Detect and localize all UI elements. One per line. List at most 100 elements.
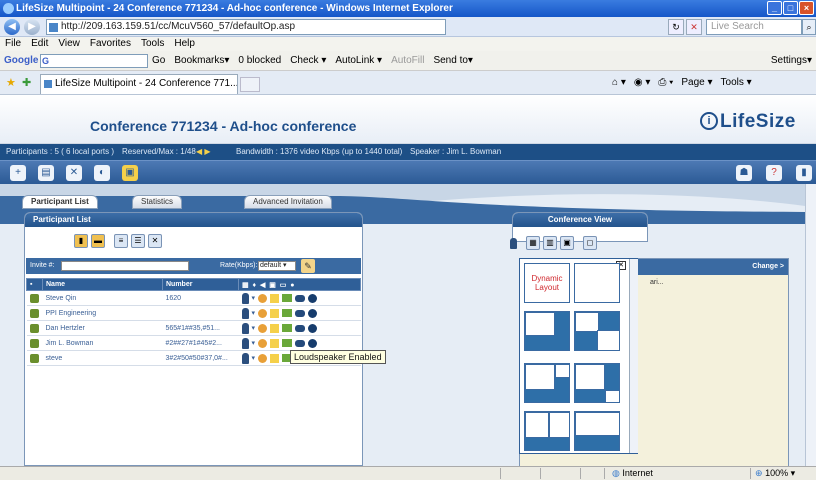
page-menu[interactable]: Page ▾ bbox=[681, 77, 712, 88]
participant-name[interactable]: PPI Engineering bbox=[42, 305, 163, 321]
menu-help[interactable]: Help bbox=[174, 37, 195, 51]
google-go-button[interactable]: Go bbox=[152, 55, 165, 66]
send-to-button[interactable]: Send to▾ bbox=[433, 55, 473, 66]
select-all-column[interactable]: ▪ bbox=[26, 278, 43, 291]
layout-option-5[interactable] bbox=[524, 411, 570, 451]
invite-number-input[interactable] bbox=[61, 261, 189, 271]
menu-tools[interactable]: Tools bbox=[141, 37, 164, 51]
page-icon[interactable]: ▤ bbox=[38, 165, 54, 181]
speaker-icon[interactable] bbox=[241, 307, 249, 319]
menu-file[interactable]: File bbox=[5, 37, 21, 51]
google-search-input[interactable]: G bbox=[40, 54, 148, 68]
camera-icon[interactable] bbox=[282, 294, 293, 302]
google-settings-button[interactable]: Settings▾ bbox=[771, 55, 812, 66]
autolink-button[interactable]: AutoLink ▾ bbox=[335, 55, 382, 66]
info-icon[interactable] bbox=[308, 293, 318, 303]
layout-icon[interactable]: ▦ bbox=[526, 236, 540, 250]
zoom-level[interactable]: ⊕ 100% ▾ bbox=[755, 467, 795, 480]
dropdown-icon[interactable]: ▾ bbox=[252, 354, 256, 362]
video-feed-icon[interactable] bbox=[295, 294, 306, 302]
home-icon[interactable]: ⌂ ▾ bbox=[612, 77, 626, 88]
participant-name[interactable]: steve bbox=[42, 350, 163, 366]
tab-statistics[interactable]: Statistics bbox=[132, 195, 183, 209]
invite-dial-icon[interactable]: ✎ bbox=[301, 259, 315, 273]
live-search-input[interactable]: Live Search bbox=[706, 19, 802, 35]
table-row[interactable]: Steve Qin 1620 ▾ bbox=[26, 290, 361, 306]
search-icon[interactable]: ⌕ bbox=[802, 19, 816, 35]
new-tab-button[interactable] bbox=[240, 77, 260, 92]
popup-blocked-button[interactable]: 0 blocked bbox=[238, 55, 281, 66]
exit-icon[interactable]: ▮ bbox=[796, 165, 812, 181]
disconnect-icon[interactable]: ✕ bbox=[66, 165, 82, 181]
table-row[interactable]: Dan Hertzler 565#1##35,#51... ▾ bbox=[26, 320, 361, 336]
speaker-icon[interactable] bbox=[241, 322, 249, 334]
spellcheck-button[interactable]: Check ▾ bbox=[290, 55, 326, 66]
camera-icon[interactable] bbox=[282, 309, 293, 317]
favorites-star-icon[interactable]: ★ bbox=[6, 76, 16, 89]
loudspeaker-icon[interactable] bbox=[270, 338, 280, 348]
dropdown-icon[interactable]: ▾ bbox=[252, 324, 256, 332]
tools-menu[interactable]: Tools ▾ bbox=[721, 77, 752, 88]
tab-participant-list[interactable]: Participant List bbox=[22, 195, 98, 209]
name-column-header[interactable]: Name bbox=[42, 278, 163, 291]
camera-icon[interactable] bbox=[282, 324, 293, 332]
page-scrollbar[interactable] bbox=[805, 184, 816, 466]
number-column-header[interactable]: Number bbox=[162, 278, 239, 291]
menu-favorites[interactable]: Favorites bbox=[90, 37, 131, 51]
autofill-button[interactable]: AutoFill bbox=[391, 55, 424, 66]
browser-tab[interactable]: LifeSize Multipoint - 24 Conference 771.… bbox=[40, 74, 238, 94]
layout-option-2[interactable] bbox=[574, 311, 620, 351]
video-feed-icon[interactable] bbox=[295, 324, 306, 332]
layout-option-4[interactable] bbox=[574, 363, 620, 403]
volume-icon[interactable] bbox=[258, 323, 268, 333]
menu-edit[interactable]: Edit bbox=[31, 37, 48, 51]
loudspeaker-icon[interactable] bbox=[270, 308, 280, 318]
layout-option-dynamic[interactable]: Dynamic Layout bbox=[524, 263, 570, 303]
info-icon[interactable] bbox=[308, 323, 318, 333]
bookmarks-button[interactable]: Bookmarks▾ bbox=[174, 55, 229, 66]
table-row[interactable]: Jim L. Bowman #2##27#1#45#2... ▾ bbox=[26, 335, 361, 351]
rate-select[interactable]: default ▾ bbox=[258, 261, 296, 271]
loudspeaker-icon[interactable] bbox=[270, 323, 280, 333]
list-detail-icon[interactable]: ☰ bbox=[131, 234, 145, 248]
add-favorite-icon[interactable]: ✚ bbox=[22, 76, 31, 89]
url-input[interactable]: http://209.163.159.51/cc/McuV560_57/defa… bbox=[46, 19, 446, 35]
info-icon[interactable] bbox=[308, 308, 318, 318]
disconnect-all-icon[interactable]: ✕ bbox=[148, 234, 162, 248]
volume-icon[interactable] bbox=[258, 308, 268, 318]
loudspeaker-icon[interactable] bbox=[270, 353, 280, 363]
speaker-icon[interactable] bbox=[241, 337, 249, 349]
dropdown-icon[interactable]: ▾ bbox=[252, 294, 256, 302]
stop-icon[interactable]: ✕ bbox=[686, 19, 702, 35]
forward-icon[interactable]: ▶ bbox=[24, 19, 40, 35]
video-icon[interactable]: ▣ bbox=[122, 165, 138, 181]
participant-name[interactable]: Steve Qin bbox=[42, 290, 163, 306]
info-icon[interactable] bbox=[308, 338, 318, 348]
participant-name[interactable]: Dan Hertzler bbox=[42, 320, 163, 336]
mute-icon[interactable]: ◐ bbox=[94, 165, 110, 181]
layout-pip-icon[interactable]: ▣ bbox=[560, 236, 574, 250]
nav-arrows-icon[interactable]: ◀ ▶ bbox=[196, 144, 211, 160]
back-icon[interactable]: ◀ bbox=[4, 19, 20, 35]
tab-advanced-invitation[interactable]: Advanced Invitation bbox=[244, 195, 332, 209]
volume-icon[interactable] bbox=[258, 338, 268, 348]
feeds-icon[interactable]: ◉ ▾ bbox=[634, 77, 651, 88]
camera-icon[interactable] bbox=[282, 339, 293, 347]
refresh-icon[interactable]: ↻ bbox=[668, 19, 684, 35]
minimize-button[interactable]: _ bbox=[767, 1, 782, 15]
video-off-icon[interactable]: ▬ bbox=[91, 234, 105, 248]
layout-option-single[interactable] bbox=[574, 263, 620, 303]
video-feed-icon[interactable] bbox=[295, 339, 306, 347]
popup-scrollbar[interactable] bbox=[629, 259, 638, 453]
layout-option-6[interactable] bbox=[574, 411, 620, 451]
help-icon[interactable]: ? bbox=[766, 165, 782, 181]
fullscreen-icon[interactable]: ◻ bbox=[583, 236, 597, 250]
speaker-icon[interactable] bbox=[241, 292, 249, 304]
video-on-icon[interactable]: ▮ bbox=[74, 234, 88, 248]
video-feed-icon[interactable] bbox=[295, 309, 306, 317]
participant-name[interactable]: Jim L. Bowman bbox=[42, 335, 163, 351]
menu-view[interactable]: View bbox=[58, 37, 80, 51]
speaker-icon[interactable] bbox=[510, 238, 517, 249]
print-icon[interactable]: ⎙ ▾ bbox=[658, 77, 673, 88]
dropdown-icon[interactable]: ▾ bbox=[252, 309, 256, 317]
